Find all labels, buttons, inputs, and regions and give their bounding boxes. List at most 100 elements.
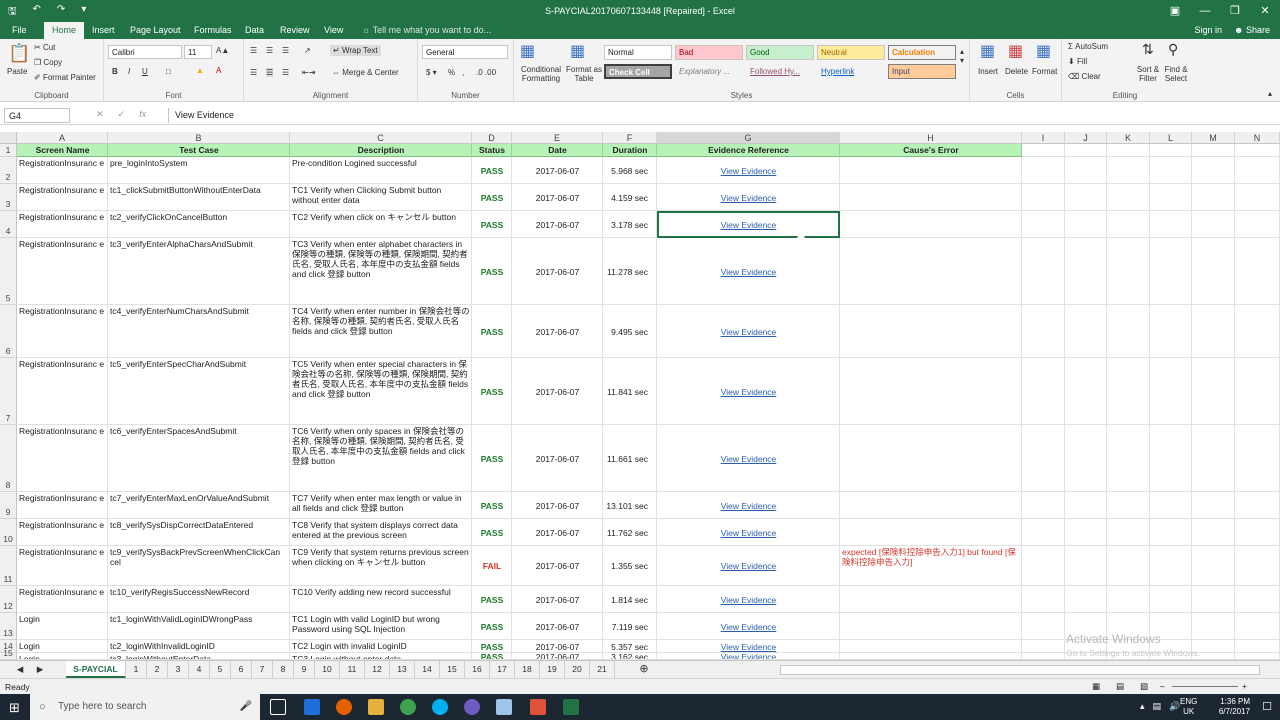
screen-name-cell[interactable]: RegistrationInsuranc e (17, 358, 108, 425)
evidence-cell[interactable]: View Evidence (657, 358, 840, 425)
date-cell[interactable]: 2017-06-07 (512, 546, 603, 586)
empty-cell[interactable] (1235, 157, 1280, 184)
excel-taskbar-icon[interactable] (563, 699, 579, 715)
wrap-text-button[interactable]: ↵ Wrap Text (330, 45, 381, 56)
screen-name-cell[interactable]: RegistrationInsuranc e (17, 157, 108, 184)
tab-data[interactable]: Data (241, 22, 268, 39)
status-cell[interactable]: PASS (472, 238, 512, 305)
evidence-cell[interactable]: View Evidence (657, 157, 840, 184)
empty-cell[interactable] (1150, 586, 1192, 613)
status-cell[interactable]: PASS (472, 358, 512, 425)
formula-input[interactable]: View Evidence (168, 108, 1274, 123)
empty-cell[interactable] (1065, 358, 1107, 425)
view-evidence-link[interactable]: View Evidence (721, 501, 777, 511)
view-evidence-link[interactable]: View Evidence (721, 653, 777, 659)
description-cell[interactable]: TC5 Verify when enter special characters… (290, 358, 472, 425)
test-case-cell[interactable]: pre_loginIntoSystem (108, 157, 290, 184)
empty-cell[interactable] (1235, 211, 1280, 238)
header-cell[interactable]: Screen Name (17, 144, 108, 157)
empty-cell[interactable] (1192, 519, 1235, 546)
evidence-cell[interactable]: View Evidence (657, 653, 840, 660)
fill-color-icon[interactable]: ▲ (196, 66, 204, 75)
status-cell[interactable]: PASS (472, 640, 512, 653)
duration-cell[interactable]: 11.278 sec (603, 238, 657, 305)
description-cell[interactable]: TC10 Verify adding new record successful (290, 586, 472, 613)
empty-cell[interactable] (1022, 305, 1065, 358)
sheet-tab[interactable]: 10 (315, 661, 340, 678)
evidence-cell[interactable]: View Evidence (657, 184, 840, 211)
empty-cell[interactable] (1235, 492, 1280, 519)
column-header-b[interactable]: B (108, 132, 290, 144)
microphone-icon[interactable]: 🎤 (240, 694, 252, 720)
sheet-tab[interactable]: 20 (565, 661, 590, 678)
paste-icon[interactable]: 📋 (8, 43, 30, 64)
description-cell[interactable]: TC2 Login with invalid LoginID (290, 640, 472, 653)
empty-cell[interactable] (1065, 305, 1107, 358)
status-cell[interactable]: PASS (472, 492, 512, 519)
empty-cell[interactable] (1107, 157, 1150, 184)
date-cell[interactable]: 2017-06-07 (512, 305, 603, 358)
header-cell[interactable]: Duration (603, 144, 657, 157)
empty-cell[interactable] (1192, 546, 1235, 586)
header-cell[interactable]: Test Case (108, 144, 290, 157)
column-header-l[interactable]: L (1150, 132, 1192, 144)
skype-icon[interactable] (432, 699, 448, 715)
cause-error-cell[interactable] (840, 425, 1022, 492)
description-cell[interactable]: TC2 Verify when click on キャンセル button (290, 211, 472, 238)
clock[interactable]: 1:36 PM 6/7/2017 (1219, 697, 1250, 717)
empty-cell[interactable] (1235, 586, 1280, 613)
find-select-button[interactable]: Find & Select (1162, 65, 1190, 83)
empty-cell[interactable] (1150, 305, 1192, 358)
empty-cell[interactable] (1150, 546, 1192, 586)
align-right-icon[interactable]: ☰ (282, 68, 289, 77)
empty-cell[interactable] (1107, 305, 1150, 358)
empty-cell[interactable] (1022, 157, 1065, 184)
empty-cell[interactable] (1150, 358, 1192, 425)
test-case-cell[interactable]: tc2_verifyClickOnCancelButton (108, 211, 290, 238)
status-cell[interactable]: PASS (472, 211, 512, 238)
header-cell[interactable]: Description (290, 144, 472, 157)
row-header[interactable]: 2 (0, 157, 17, 184)
tab-review[interactable]: Review (276, 22, 314, 39)
empty-cell[interactable] (1235, 425, 1280, 492)
evidence-cell[interactable]: View Evidence (657, 425, 840, 492)
date-cell[interactable]: 2017-06-07 (512, 425, 603, 492)
style-calculation[interactable]: Calculation (888, 45, 956, 60)
middle-align-icon[interactable]: ☰ (266, 46, 273, 55)
percent-icon[interactable]: % (448, 68, 455, 77)
sheet-tab[interactable]: 17 (490, 661, 515, 678)
row-header[interactable]: 4 (0, 211, 17, 238)
empty-cell[interactable] (1065, 184, 1107, 211)
date-cell[interactable]: 2017-06-07 (512, 613, 603, 640)
empty-cell[interactable] (1022, 653, 1065, 660)
duration-cell[interactable]: 13.101 sec (603, 492, 657, 519)
style-hyperlink[interactable]: Hyperlink (817, 64, 885, 79)
date-cell[interactable]: 2017-06-07 (512, 184, 603, 211)
empty-cell[interactable] (1022, 358, 1065, 425)
cause-error-cell[interactable] (840, 358, 1022, 425)
name-box[interactable]: G4 (4, 108, 70, 123)
empty-cell[interactable] (1235, 613, 1280, 640)
style-neutral[interactable]: Neutral (817, 45, 885, 60)
empty-cell[interactable] (1022, 586, 1065, 613)
column-header-h[interactable]: H (840, 132, 1022, 144)
row-header[interactable]: 7 (0, 358, 17, 425)
insert-cells-icon[interactable]: ▦ (980, 41, 995, 61)
decimal-icon[interactable]: .0 .00 (476, 68, 496, 77)
row-header[interactable]: 13 (0, 613, 17, 640)
screen-name-cell[interactable]: Login (17, 613, 108, 640)
cause-error-cell[interactable] (840, 184, 1022, 211)
test-case-cell[interactable]: tc1_clickSubmitButtonWithoutEnterData (108, 184, 290, 211)
bottom-align-icon[interactable]: ☰ (282, 46, 289, 55)
sheet-tab[interactable]: 4 (189, 661, 210, 678)
cause-error-cell[interactable] (840, 238, 1022, 305)
row-header[interactable]: 11 (0, 546, 17, 586)
zoom-out-icon[interactable]: – (1160, 681, 1165, 691)
language-indicator[interactable]: ENG UK (1180, 697, 1197, 717)
sheet-tab[interactable]: 9 (294, 661, 315, 678)
test-case-cell[interactable]: tc10_verifyRegisSuccessNewRecord (108, 586, 290, 613)
empty-cell[interactable] (1192, 358, 1235, 425)
empty-cell[interactable] (1192, 613, 1235, 640)
delete-button[interactable]: Delete (1005, 67, 1028, 76)
evidence-cell[interactable]: View Evidence (657, 519, 840, 546)
